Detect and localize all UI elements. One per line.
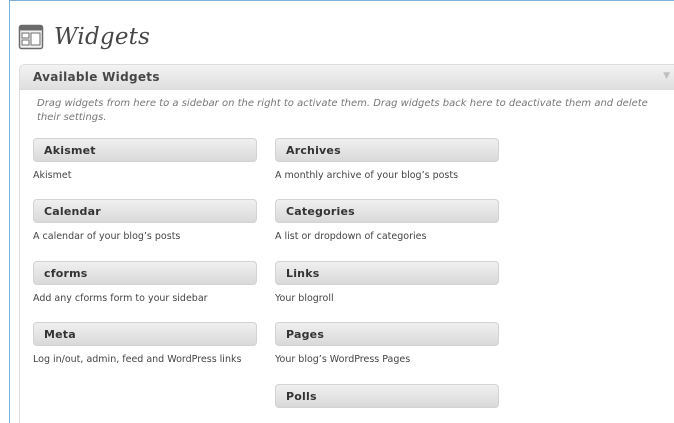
page-title: Widgets xyxy=(54,24,151,50)
widget-description: Add any cforms form to your sidebar xyxy=(33,293,208,304)
widget-akismet[interactable]: Akismet Akismet xyxy=(33,138,257,182)
widget-title[interactable]: cforms xyxy=(33,261,257,285)
widget-calendar[interactable]: Calendar A calendar of your blog’s posts xyxy=(33,199,257,243)
widget-title[interactable]: Links xyxy=(275,261,499,285)
widget-archives[interactable]: Archives A monthly archive of your blog’… xyxy=(275,138,499,182)
frame-border-left xyxy=(9,0,10,423)
widget-title[interactable]: Categories xyxy=(275,199,499,223)
widget-description: A list or dropdown of categories xyxy=(275,231,427,242)
panel-title: Available Widgets xyxy=(33,70,160,84)
widget-cforms[interactable]: cforms Add any cforms form to your sideb… xyxy=(33,261,257,305)
widget-title[interactable]: Akismet xyxy=(33,138,257,162)
widget-meta[interactable]: Meta Log in/out, admin, feed and WordPre… xyxy=(33,322,257,366)
widget-title[interactable]: Polls xyxy=(275,384,499,408)
widget-title[interactable]: Archives xyxy=(275,138,499,162)
widget-title[interactable]: Calendar xyxy=(33,199,257,223)
panel-header[interactable]: Available Widgets ▼ xyxy=(20,65,674,90)
widget-description: Your blogroll xyxy=(275,293,334,304)
available-widgets-panel: Available Widgets ▼ Drag widgets from he… xyxy=(19,64,674,423)
widgets-icon xyxy=(18,24,44,50)
widget-links[interactable]: Links Your blogroll xyxy=(275,261,499,305)
widget-description: A calendar of your blog’s posts xyxy=(33,231,181,242)
widget-title[interactable]: Meta xyxy=(33,322,257,346)
page-header: Widgets xyxy=(18,20,150,54)
widget-description: A monthly archive of your blog’s posts xyxy=(275,170,459,181)
widget-categories[interactable]: Categories A list or dropdown of categor… xyxy=(275,199,499,243)
triangle-down-icon[interactable]: ▼ xyxy=(663,71,670,81)
widget-title[interactable]: Pages xyxy=(275,322,499,346)
frame-border-top xyxy=(9,0,674,1)
widgets-page: Widgets Available Widgets ▼ Drag widgets… xyxy=(0,0,674,423)
widget-description: Akismet xyxy=(33,170,72,181)
widget-description: Log in/out, admin, feed and WordPress li… xyxy=(33,354,242,365)
widget-description: Your blog’s WordPress Pages xyxy=(275,354,411,365)
widget-polls[interactable]: Polls xyxy=(275,384,499,408)
widget-pages[interactable]: Pages Your blog’s WordPress Pages xyxy=(275,322,499,366)
panel-description: Drag widgets from here to a sidebar on t… xyxy=(37,98,648,123)
